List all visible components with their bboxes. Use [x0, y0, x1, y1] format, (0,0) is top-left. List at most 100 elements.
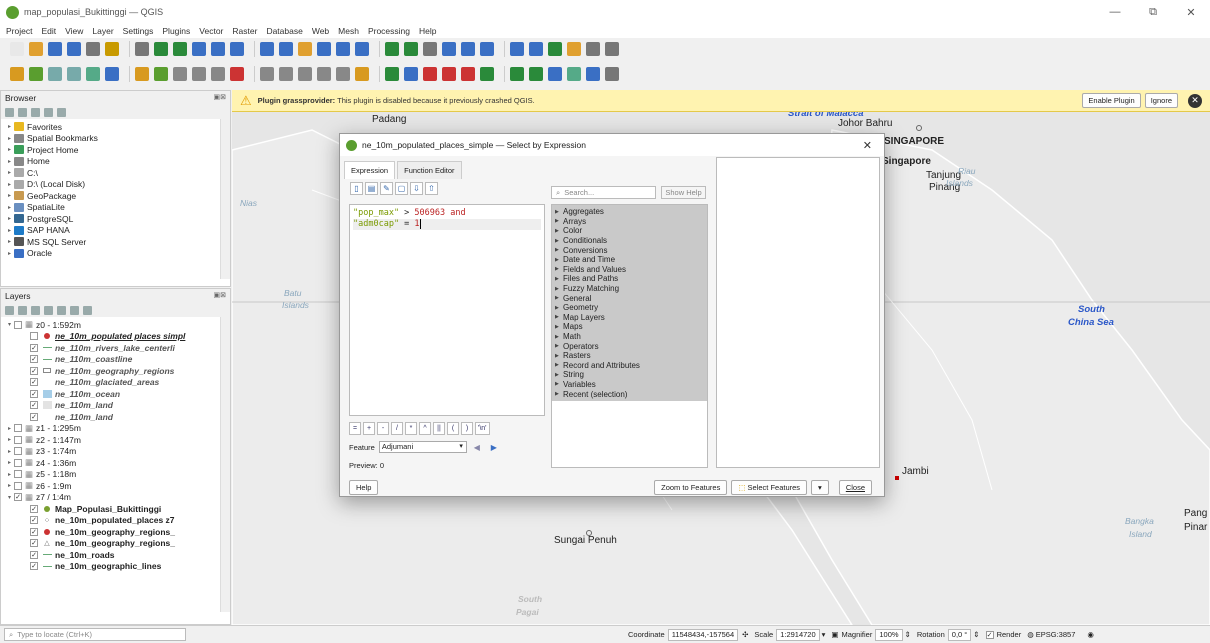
layer-item[interactable]: ✓ ne_110m_ocean [5, 388, 230, 400]
layer-visibility-checkbox[interactable]: ✓ [30, 516, 38, 525]
expand-arrow-icon[interactable]: ▸ [5, 227, 14, 234]
digitize-tool-icon[interactable] [105, 67, 119, 81]
digitize-tool-icon[interactable] [298, 67, 312, 81]
layer-visibility-checkbox[interactable]: ✓ [30, 550, 38, 559]
function-group-item[interactable]: ▶ Recent (selection) [555, 389, 707, 399]
layer-item[interactable]: ✓ ne_110m_geography_regions [5, 365, 230, 377]
expand-arrow-icon[interactable]: ▸ [5, 250, 14, 257]
function-group-item[interactable]: ▶ Geometry [555, 303, 707, 313]
main-tool-icon[interactable] [605, 42, 619, 56]
menu-plugins[interactable]: Plugins [162, 26, 190, 36]
expand-arrow-icon[interactable]: ▸ [5, 192, 14, 199]
function-group-item[interactable]: ▶ Aggregates [555, 207, 707, 217]
delete-icon[interactable]: ▢ [395, 182, 408, 195]
main-tool-icon[interactable] [230, 42, 244, 56]
digitize-tool-icon[interactable] [154, 67, 168, 81]
info-icon[interactable] [57, 107, 66, 117]
function-group-item[interactable]: ▶ Map Layers [555, 313, 707, 323]
layer-item[interactable]: ✓ ne_110m_rivers_lake_centerli [5, 342, 230, 354]
main-tool-icon[interactable] [86, 42, 100, 56]
function-group-item[interactable]: ▶ Maps [555, 322, 707, 332]
function-group-item[interactable]: ▶ Date and Time [555, 255, 707, 265]
layer-visibility-checkbox[interactable] [14, 470, 22, 479]
close-window-button[interactable]: ✕ [1172, 0, 1210, 24]
feature-select[interactable]: Adjumani [378, 441, 467, 453]
digitize-tool-icon[interactable] [67, 67, 81, 81]
layer-item[interactable]: ✓ ne_10m_geography_regions_ [5, 526, 230, 538]
expand-arrow-icon[interactable]: ▸ [5, 425, 14, 432]
close-button[interactable]: Close [838, 480, 872, 495]
expression-editor[interactable]: "pop_max" > 506963 and "adm0cap" = 1 [349, 204, 545, 416]
digitize-tool-icon[interactable] [211, 67, 225, 81]
menu-settings[interactable]: Settings [123, 26, 154, 36]
expand-arrow-icon[interactable]: ▸ [5, 215, 14, 222]
add-selected-icon[interactable] [18, 107, 27, 117]
select-features-button[interactable]: ⬚ Select Features [731, 480, 808, 495]
messages-icon[interactable]: ◉ [1087, 630, 1094, 639]
expand-arrow-icon[interactable]: ▸ [5, 459, 14, 466]
main-tool-icon[interactable] [260, 42, 274, 56]
digitize-tool-icon[interactable] [230, 67, 244, 81]
function-group-item[interactable]: ▶ Files and Paths [555, 274, 707, 284]
import-icon[interactable]: ⇩ [410, 182, 423, 195]
main-tool-icon[interactable] [67, 42, 81, 56]
close-message-icon[interactable]: ✕ [1188, 93, 1202, 108]
layers-scrollbar[interactable] [220, 317, 230, 612]
minimize-button[interactable]: — [1096, 0, 1134, 24]
layer-item[interactable]: ▾ ✓ ▦ z7 / 1:4m [5, 492, 230, 504]
layer-item[interactable]: ✓ Map_Populasi_Bukittinggi [5, 503, 230, 515]
magnifier-field[interactable]: 100% [875, 628, 903, 641]
browser-item[interactable]: ▸ MS SQL Server [5, 236, 230, 248]
render-checkbox[interactable]: ✓ [985, 630, 994, 639]
function-group-item[interactable]: ▶ Math [555, 332, 707, 342]
function-group-item[interactable]: ▶ Operators [555, 341, 707, 351]
browser-scrollbar[interactable] [220, 119, 230, 279]
layer-visibility-checkbox[interactable] [14, 424, 22, 433]
browser-item[interactable]: ▸ Favorites [5, 121, 230, 133]
function-group-item[interactable]: ▶ Record and Attributes [555, 361, 707, 371]
layer-item[interactable]: ✓ ne_10m_geographic_lines [5, 561, 230, 573]
export-icon[interactable]: ⇧ [425, 182, 438, 195]
tab-function-editor[interactable]: Function Editor [397, 161, 462, 179]
main-tool-icon[interactable] [548, 42, 562, 56]
expand-arrow-icon[interactable]: ▾ [5, 494, 14, 501]
expand-arrow-icon[interactable]: ▸ [5, 181, 14, 188]
digitize-tool-icon[interactable] [461, 67, 475, 81]
layer-visibility-checkbox[interactable] [14, 435, 22, 444]
refresh-icon[interactable] [5, 107, 14, 117]
browser-item[interactable]: ▸ Home [5, 156, 230, 168]
function-group-item[interactable]: ▶ Color [555, 226, 707, 236]
function-group-item[interactable]: ▶ Variables [555, 380, 707, 390]
rotation-field[interactable]: 0,0 ° [947, 628, 972, 641]
expand-arrow-icon[interactable]: ▸ [5, 448, 14, 455]
filter-icon[interactable] [31, 107, 40, 117]
digitize-tool-icon[interactable] [605, 67, 619, 81]
rotation-spin-icon[interactable]: ⇕ [973, 630, 979, 639]
edit-icon[interactable]: ✎ [380, 182, 393, 195]
tab-expression[interactable]: Expression [344, 161, 396, 179]
layer-item[interactable]: ✓ ne_110m_land [5, 400, 230, 412]
collapse-all-icon[interactable] [70, 305, 79, 315]
operator-button[interactable]: '\n' [475, 422, 490, 435]
expand-arrow-icon[interactable]: ▸ [5, 204, 14, 211]
layer-visibility-checkbox[interactable] [14, 481, 22, 490]
select-features-dropdown[interactable]: ▾ [811, 480, 829, 495]
new-file-icon[interactable]: ▯ [350, 182, 363, 195]
main-tool-icon[interactable] [211, 42, 225, 56]
menu-edit[interactable]: Edit [41, 26, 56, 36]
main-tool-icon[interactable] [173, 42, 187, 56]
expand-arrow-icon[interactable]: ▸ [5, 471, 14, 478]
operator-button[interactable]: + [363, 422, 375, 435]
previous-feature-icon[interactable]: ◀ [470, 441, 484, 453]
layer-item[interactable]: ▸ ▦ z1 - 1:295m [5, 423, 230, 435]
main-tool-icon[interactable] [317, 42, 331, 56]
expand-arrow-icon[interactable]: ▸ [5, 123, 14, 130]
layer-visibility-checkbox[interactable]: ✓ [30, 355, 38, 364]
main-tool-icon[interactable] [529, 42, 543, 56]
browser-item[interactable]: ▸ GeoPackage [5, 190, 230, 202]
layer-item[interactable]: ▸ ▦ z6 - 1:9m [5, 480, 230, 492]
browser-item[interactable]: ▸ PostgreSQL [5, 213, 230, 225]
function-group-item[interactable]: ▶ Arrays [555, 217, 707, 227]
function-group-item[interactable]: ▶ Fields and Values [555, 265, 707, 275]
scale-dropdown-icon[interactable]: ▾ [822, 630, 826, 639]
